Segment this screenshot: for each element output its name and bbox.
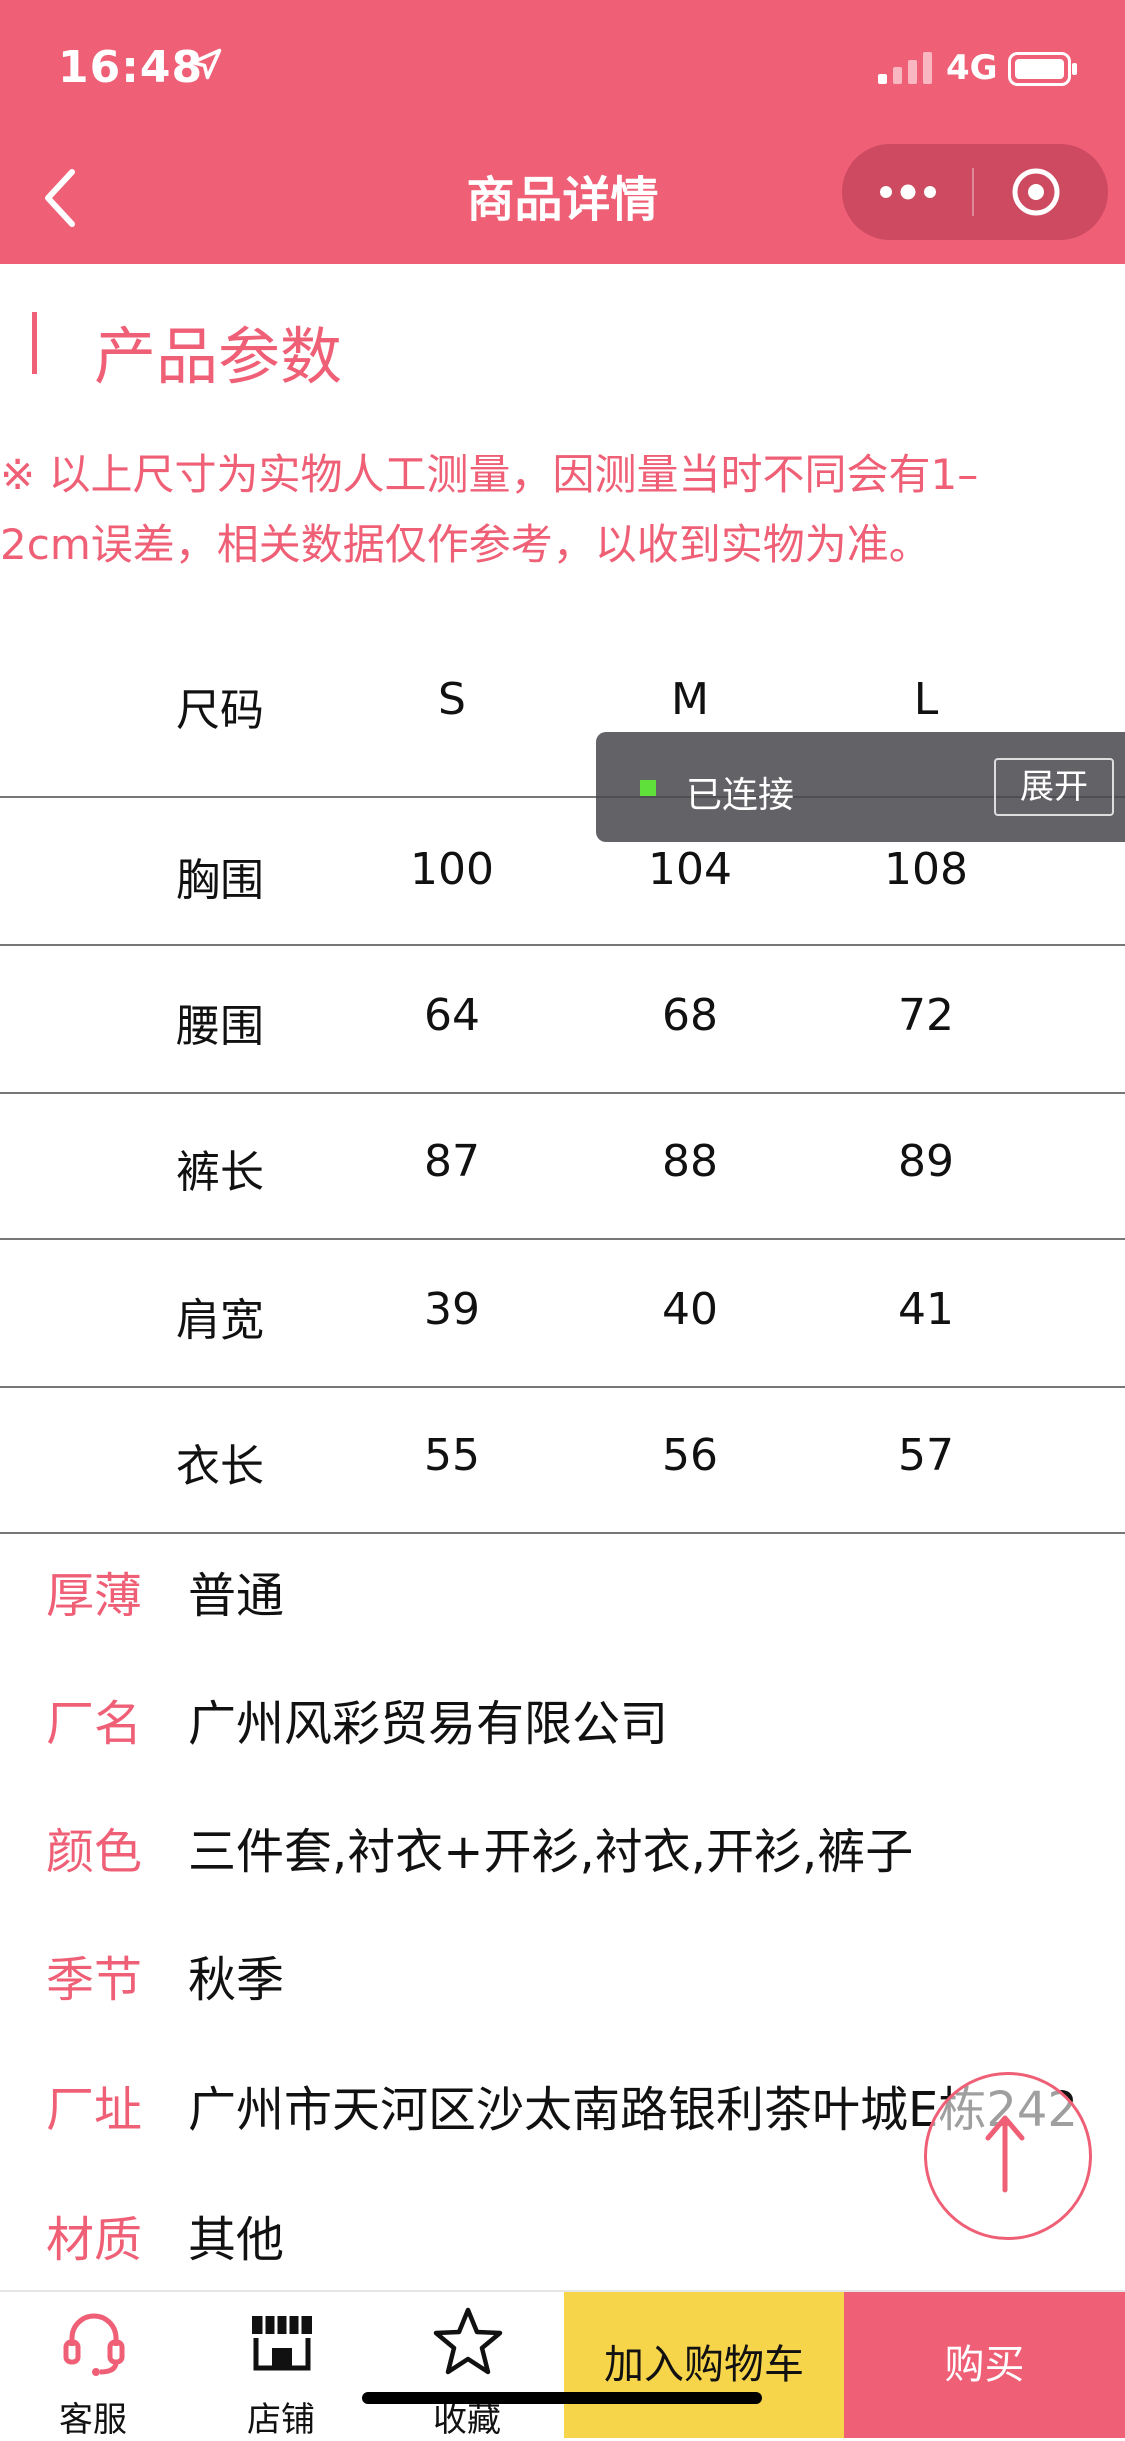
star-icon bbox=[433, 2307, 503, 2375]
table-cell: 胸围 bbox=[176, 855, 264, 906]
attribute-key: 材质 bbox=[46, 2212, 143, 2268]
table-cell: 108 bbox=[884, 844, 968, 895]
table-header: S bbox=[438, 674, 466, 725]
attribute-key: 厂址 bbox=[46, 2082, 143, 2138]
toast-text: 已连接 bbox=[686, 775, 795, 816]
network-type: 4G bbox=[946, 48, 998, 88]
table-cell: 89 bbox=[898, 1136, 954, 1187]
attribute-value: 其他 bbox=[188, 2212, 285, 2268]
table-cell: 88 bbox=[662, 1136, 718, 1187]
expand-button[interactable]: 展开 bbox=[994, 758, 1114, 816]
buy-button[interactable]: 购买 bbox=[844, 2292, 1125, 2438]
add-to-cart-button[interactable]: 加入购物车 bbox=[564, 2292, 844, 2438]
battery-icon bbox=[1008, 52, 1077, 86]
attribute-row: 材质 其他 bbox=[46, 2200, 284, 2270]
top-bar: 16:48 4G 商品详情 bbox=[0, 0, 1125, 264]
table-cell: 裤长 bbox=[176, 1147, 264, 1198]
table-row: 裤长 87 88 89 bbox=[0, 1092, 1125, 1240]
attribute-value: 秋季 bbox=[188, 1952, 285, 2008]
table-cell: 55 bbox=[424, 1430, 480, 1481]
table-cell: 肩宽 bbox=[176, 1295, 264, 1346]
attribute-row: 季节 秋季 bbox=[46, 1940, 284, 2010]
table-row: 衣长 55 56 57 bbox=[0, 1386, 1125, 1534]
table-header: L bbox=[913, 674, 939, 725]
attribute-key: 季节 bbox=[46, 1952, 143, 2008]
table-row: 腰围 64 68 72 bbox=[0, 946, 1125, 1094]
headset-icon bbox=[63, 2313, 125, 2376]
note-line-1: ※ 以上尺寸为实物人工测量，因测量当时不同会有1– bbox=[0, 450, 979, 499]
table-cell: 100 bbox=[410, 844, 494, 895]
shop-label: 店铺 bbox=[247, 2400, 315, 2440]
attribute-key: 厂名 bbox=[46, 1696, 143, 1752]
table-cell: 衣长 bbox=[176, 1441, 264, 1492]
attribute-row: 厂名 广州风彩贸易有限公司 bbox=[46, 1684, 668, 1754]
table-cell: 72 bbox=[898, 990, 954, 1041]
measurement-note: ※ 以上尺寸为实物人工测量，因测量当时不同会有1– 2cm误差，相关数据仅作参考… bbox=[0, 440, 1125, 580]
table-cell: 腰围 bbox=[176, 1001, 264, 1052]
connected-indicator bbox=[640, 780, 656, 796]
section-marker bbox=[32, 312, 37, 374]
location-arrow-icon bbox=[190, 48, 222, 80]
signal-icon bbox=[878, 52, 932, 84]
store-icon bbox=[252, 2316, 312, 2371]
table-cell: 104 bbox=[648, 844, 732, 895]
attribute-value: 广州风彩贸易有限公司 bbox=[188, 1696, 669, 1752]
more-icon[interactable] bbox=[878, 170, 938, 214]
attribute-value: 普通 bbox=[188, 1568, 285, 1624]
bottom-action-bar: 客服 店铺 收藏 加入购物车 购买 bbox=[0, 2290, 1125, 2440]
home-indicator bbox=[362, 2392, 762, 2404]
table-cell: 87 bbox=[424, 1136, 480, 1187]
table-cell: 40 bbox=[662, 1284, 718, 1335]
attribute-row: 颜色 三件套,衬衣+开衫,衬衣,开衫,裤子 bbox=[46, 1812, 913, 1882]
table-cell: 57 bbox=[898, 1430, 954, 1481]
attribute-value: 三件套,衬衣+开衫,衬衣,开衫,裤子 bbox=[188, 1824, 914, 1880]
service-label: 客服 bbox=[59, 2400, 127, 2440]
favorite-tab[interactable]: 收藏 bbox=[382, 2292, 552, 2440]
attribute-key: 颜色 bbox=[46, 1824, 143, 1880]
close-target-icon[interactable] bbox=[1010, 166, 1062, 218]
attribute-row: 厚薄 普通 bbox=[46, 1556, 284, 1626]
table-cell: 56 bbox=[662, 1430, 718, 1481]
table-cell: 68 bbox=[662, 990, 718, 1041]
table-header: 尺码 bbox=[176, 685, 264, 736]
section-title: 产品参数 bbox=[94, 320, 343, 393]
arrow-up-icon bbox=[985, 2115, 1025, 2193]
table-row: 肩宽 39 40 41 bbox=[0, 1240, 1125, 1388]
connection-toast: 已连接 展开 bbox=[596, 732, 1125, 842]
status-time: 16:48 bbox=[58, 42, 204, 93]
back-to-top-button[interactable] bbox=[924, 2072, 1092, 2240]
shop-tab[interactable]: 店铺 bbox=[196, 2292, 366, 2440]
table-cell: 64 bbox=[424, 990, 480, 1041]
attribute-key: 厚薄 bbox=[46, 1568, 143, 1624]
table-header: M bbox=[671, 674, 709, 725]
capsule-divider bbox=[972, 168, 974, 216]
miniprogram-capsule bbox=[842, 144, 1108, 240]
table-cell: 39 bbox=[424, 1284, 480, 1335]
note-line-2: 2cm误差，相关数据仅作参考，以收到实物为准。 bbox=[0, 520, 931, 569]
service-tab[interactable]: 客服 bbox=[8, 2292, 178, 2440]
table-cell: 41 bbox=[898, 1284, 954, 1335]
